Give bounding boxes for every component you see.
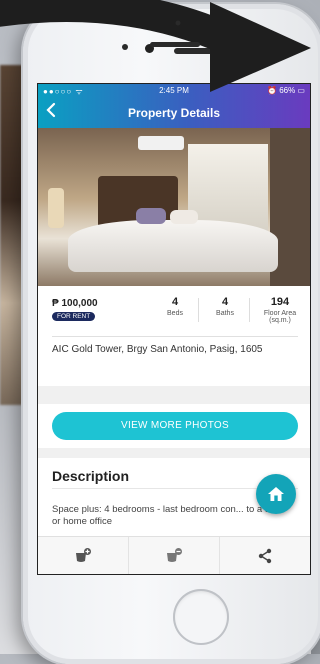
floor-area-value: 194 — [270, 296, 290, 308]
remove-shortlist-button[interactable] — [129, 537, 220, 574]
photo-aircon — [138, 136, 184, 150]
section-gap — [38, 448, 310, 458]
beds-count: 4 — [171, 296, 179, 308]
status-badge: FOR RENT — [52, 312, 96, 321]
listing-summary: ₱ 100,000 FOR RENT 4 Beds 4 Baths 194 Fl… — [38, 286, 310, 386]
remove-shortlist-icon — [167, 548, 182, 562]
photo-bed — [68, 220, 278, 272]
description-text: Space plus: 4 bedrooms - last bedroom co… — [52, 504, 281, 527]
divider — [52, 336, 298, 337]
property-photo[interactable] — [38, 128, 310, 286]
beds-stat: 4 Beds — [160, 296, 190, 317]
description-heading: Description — [52, 468, 130, 484]
share-button[interactable] — [220, 537, 310, 574]
listing-price: ₱ 100,000 — [52, 298, 98, 309]
baths-count: 4 — [221, 296, 229, 308]
floor-area-stat: 194 Floor Area (sq.m.) — [256, 296, 304, 324]
view-more-photos-button[interactable]: VIEW MORE PHOTOS — [52, 412, 298, 440]
divider — [198, 298, 199, 322]
rotate-arrow-icon — [0, 0, 311, 92]
add-shortlist-icon — [76, 548, 91, 562]
app-screen: ●●○○○ ᯤ 2:45 PM ⏰ 66% ▭ Property Details… — [38, 84, 310, 574]
photo-pillow — [170, 210, 198, 224]
add-shortlist-button[interactable] — [38, 537, 129, 574]
beds-label: Beds — [167, 310, 183, 317]
floor-area-label: Floor Area — [263, 310, 297, 317]
baths-stat: 4 Baths — [208, 296, 242, 317]
photos-section: VIEW MORE PHOTOS — [38, 404, 310, 448]
floor-area-unit: (sq.m.) — [269, 317, 291, 324]
share-icon — [258, 548, 272, 564]
bottom-action-bar — [38, 536, 310, 574]
page-title: Property Details — [127, 106, 221, 120]
home-icon — [268, 487, 284, 501]
photo-lamp — [48, 188, 64, 228]
section-gap — [38, 386, 310, 404]
divider — [249, 298, 250, 322]
home-button[interactable] — [173, 589, 229, 645]
baths-label: Baths — [216, 310, 234, 317]
photo-pillow — [136, 208, 166, 224]
home-fab-button[interactable] — [256, 474, 296, 514]
listing-address: AIC Gold Tower, Brgy San Antonio, Pasig,… — [52, 344, 263, 355]
